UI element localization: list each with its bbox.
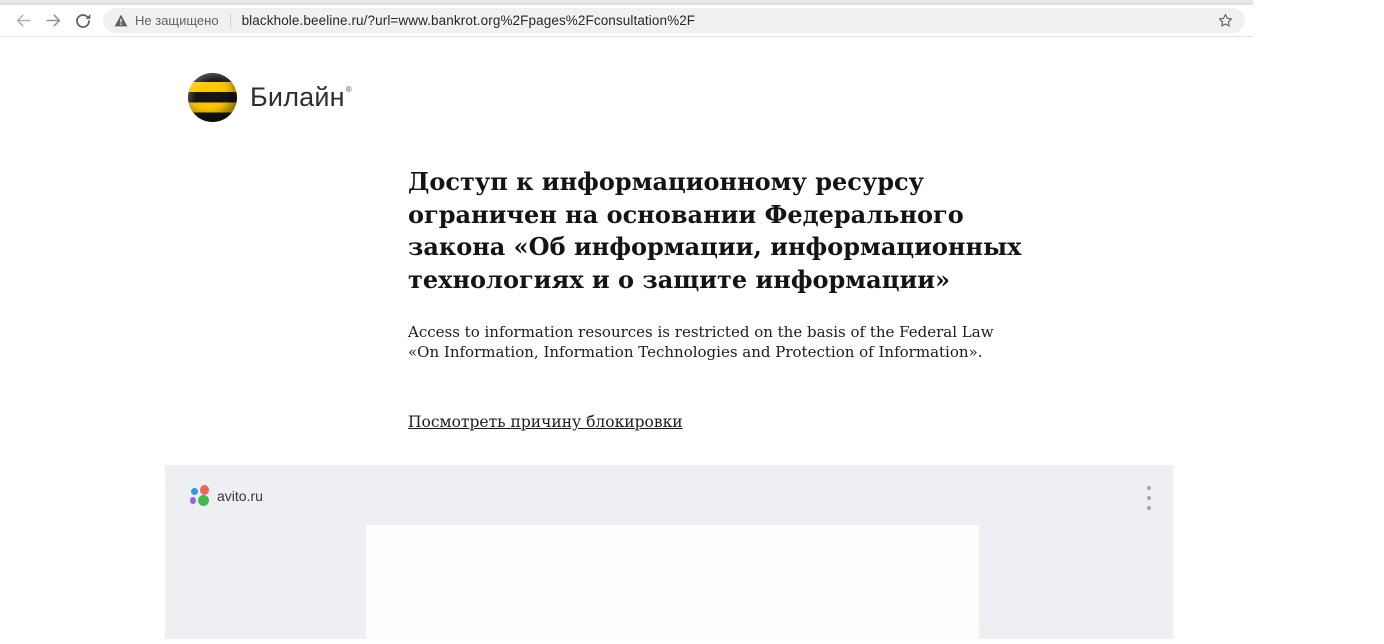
ad-content-placeholder <box>366 525 979 639</box>
ad-options-button[interactable] <box>1141 486 1157 510</box>
address-bar[interactable]: Не защищено blackhole.beeline.ru/?url=ww… <box>103 8 1245 33</box>
omnibox-divider <box>230 13 231 28</box>
screenshot-canvas: Не защищено blackhole.beeline.ru/?url=ww… <box>0 0 1384 644</box>
not-secure-warning-icon <box>114 14 128 27</box>
body-line: «On Information, Information Technologie… <box>408 343 948 363</box>
ad-widget: avito.ru <box>165 465 1173 639</box>
avito-dot-purple <box>190 497 196 504</box>
beeline-logo: Билайн® <box>188 73 352 122</box>
view-block-reason-link[interactable]: Посмотреть причину блокировки <box>408 413 683 431</box>
heading-line: закона «Об информации, информационных <box>408 231 948 264</box>
back-arrow-icon <box>14 11 33 30</box>
security-status-label[interactable]: Не защищено <box>135 13 219 28</box>
avito-dot-blue <box>191 488 198 495</box>
bookmark-button[interactable] <box>1214 12 1237 29</box>
kebab-menu-icon <box>1147 496 1151 500</box>
bookmark-star-icon <box>1217 12 1234 29</box>
heading-line: технологиях и о защите информации» <box>408 264 948 297</box>
back-button[interactable] <box>8 7 38 35</box>
kebab-menu-icon <box>1147 486 1151 490</box>
forward-arrow-icon <box>44 11 63 30</box>
forward-button[interactable] <box>38 7 68 35</box>
trademark-symbol: ® <box>346 85 352 94</box>
block-heading: Доступ к информационному ресурсу огранич… <box>408 166 948 296</box>
reload-button[interactable] <box>68 7 98 35</box>
browser-toolbar: Не защищено blackhole.beeline.ru/?url=ww… <box>0 5 1253 37</box>
ad-widget-header: avito.ru <box>190 485 263 507</box>
avito-dot-green <box>198 495 209 506</box>
kebab-menu-icon <box>1147 506 1151 510</box>
beeline-wordmark: Билайн® <box>250 82 352 113</box>
avito-dot-red <box>200 485 209 495</box>
body-line: Access to information resources is restr… <box>408 323 948 343</box>
url-text[interactable]: blackhole.beeline.ru/?url=www.bankrot.or… <box>242 13 1214 28</box>
ad-site-label[interactable]: avito.ru <box>217 488 263 504</box>
block-message: Доступ к информационному ресурсу огранич… <box>408 166 948 432</box>
block-body-english: Access to information resources is restr… <box>408 323 948 362</box>
reload-icon <box>74 12 92 30</box>
beeline-sphere-icon <box>188 73 237 122</box>
browser-window: Не защищено blackhole.beeline.ru/?url=ww… <box>0 0 1253 639</box>
heading-line: ограничен на основании Федерального <box>408 199 948 232</box>
heading-line: Доступ к информационному ресурсу <box>408 166 948 199</box>
avito-logo-icon <box>190 485 210 507</box>
page-content: Билайн® Доступ к информационному ресурсу… <box>0 38 1253 639</box>
